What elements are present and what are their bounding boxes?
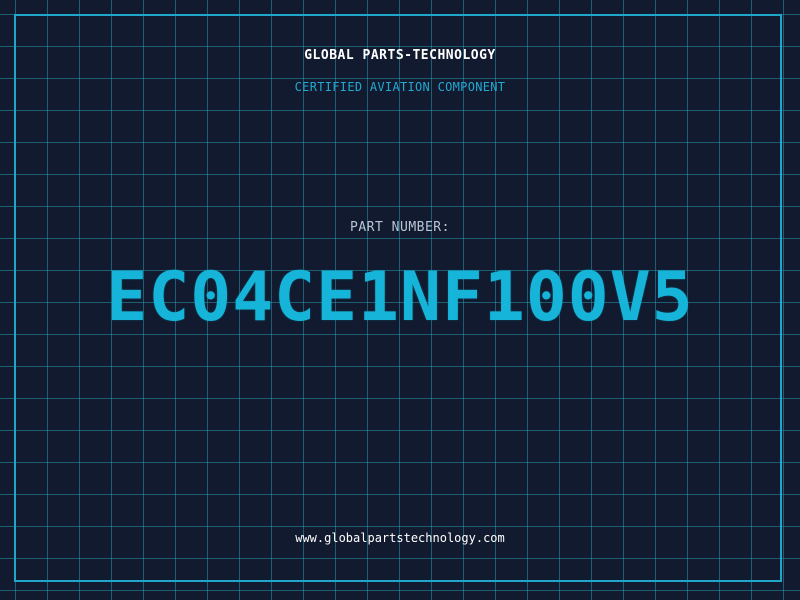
part-number-label: PART NUMBER:: [350, 220, 450, 235]
website-url: www.globalpartstechnology.com: [295, 531, 505, 545]
label-page: GLOBAL PARTS-TECHNOLOGY CERTIFIED AVIATI…: [0, 0, 800, 600]
company-name: GLOBAL PARTS-TECHNOLOGY: [304, 48, 496, 63]
certification-subtitle: CERTIFIED AVIATION COMPONENT: [294, 80, 506, 94]
part-number-value: EC04CE1NF100V5: [106, 258, 694, 337]
